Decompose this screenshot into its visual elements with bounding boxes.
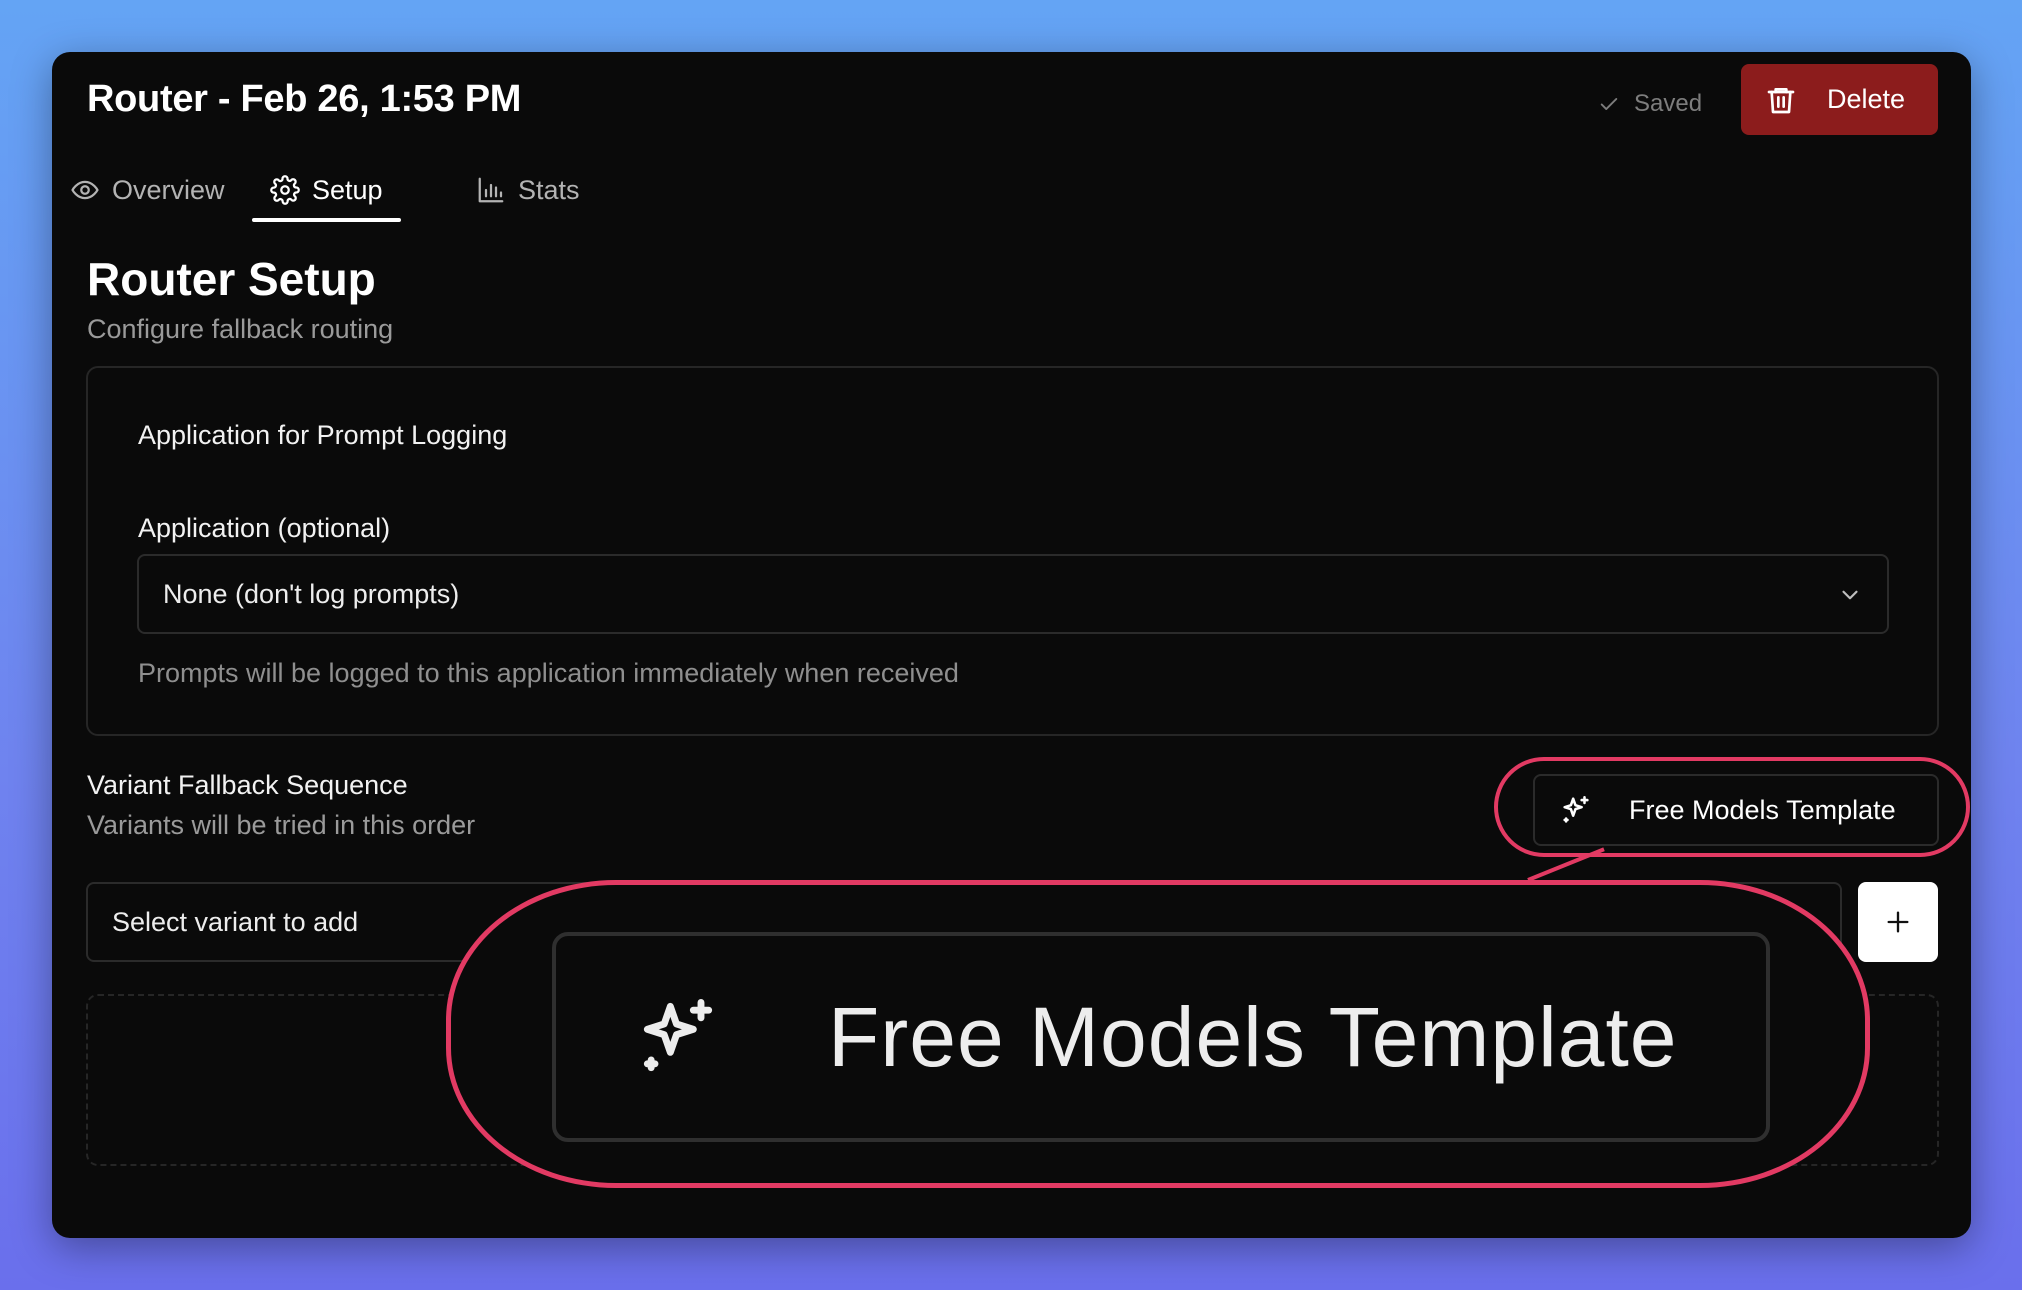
add-variant-button[interactable] <box>1858 882 1938 962</box>
gear-icon <box>270 175 300 205</box>
delete-label: Delete <box>1827 84 1906 114</box>
chevron-down-icon <box>1795 918 1811 928</box>
tab-overview-label: Overview <box>112 174 225 205</box>
free-models-template-label: Free Models Template <box>1629 794 1896 825</box>
application-select-value: None (don't log prompts) <box>163 578 460 609</box>
annotation-zoomed-button: Free Models Template <box>552 932 1770 1142</box>
plus-icon <box>1887 911 1909 933</box>
variant-select-placeholder: Select variant to add <box>112 906 359 937</box>
tab-setup[interactable]: Setup <box>252 162 401 222</box>
tab-stats[interactable]: Stats <box>476 162 580 218</box>
section-title: Router Setup <box>87 253 376 305</box>
tab-stats-label: Stats <box>518 174 580 205</box>
saved-status: Saved <box>1598 86 1702 122</box>
bar-chart-icon <box>478 177 504 203</box>
sparkles-icon <box>643 999 713 1072</box>
application-select[interactable]: None (don't log prompts) <box>137 554 1889 634</box>
trash-icon <box>1767 87 1795 113</box>
page-header-title: Router - Feb 26, 1:53 PM <box>87 78 522 120</box>
annotation-zoomed-label: Free Models Template <box>828 989 1678 1084</box>
check-icon <box>1600 98 1618 110</box>
saved-label: Saved <box>1634 90 1703 117</box>
application-field-label: Application (optional) <box>138 513 391 543</box>
tab-overview[interactable]: Overview <box>70 162 225 218</box>
tab-setup-label: Setup <box>312 174 383 205</box>
sparkles-icon <box>1563 795 1589 823</box>
free-models-template-button[interactable]: Free Models Template <box>1533 774 1939 846</box>
eye-icon <box>71 180 99 200</box>
delete-button[interactable]: Delete <box>1741 64 1938 135</box>
fallback-title: Variant Fallback Sequence <box>87 770 408 800</box>
card-title: Application for Prompt Logging <box>138 420 508 450</box>
prompt-logging-card: Application for Prompt Logging Applicati… <box>86 366 1939 736</box>
active-tab-indicator <box>252 218 401 222</box>
fallback-subtitle: Variants will be tried in this order <box>87 810 476 840</box>
section-subtitle: Configure fallback routing <box>87 314 394 344</box>
application-helper-text: Prompts will be logged to this applicati… <box>138 658 959 688</box>
chevron-down-icon <box>1842 590 1858 600</box>
